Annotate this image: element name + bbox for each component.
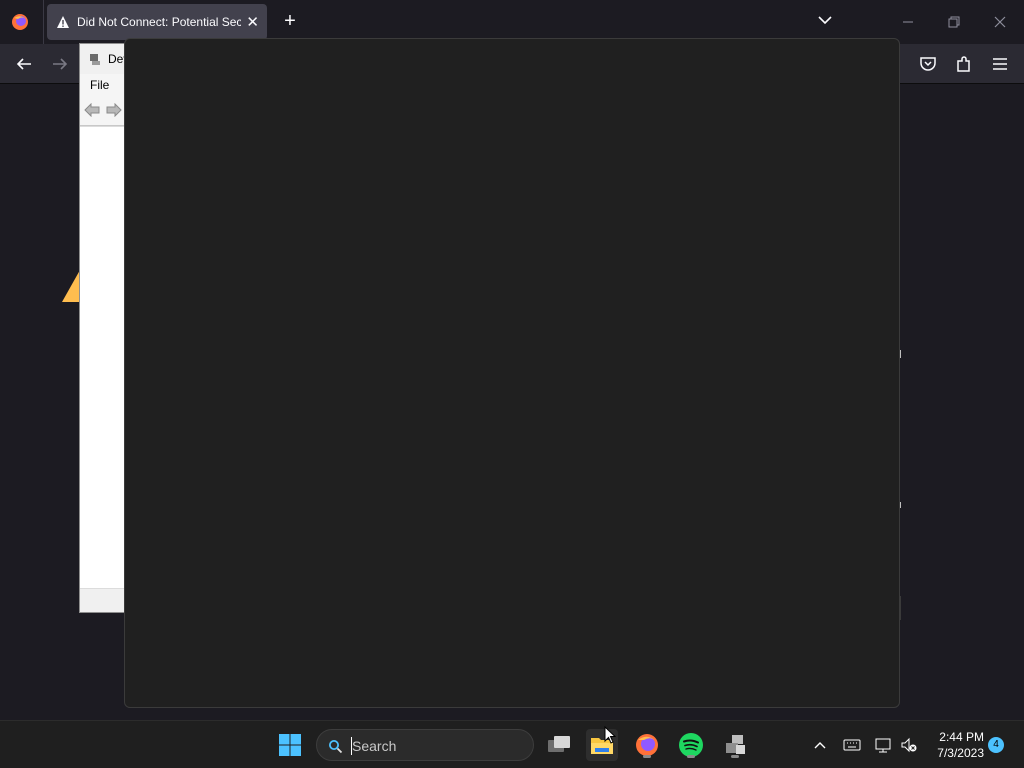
clock-date: 7/3/2023 <box>937 746 984 760</box>
status-bar <box>80 588 124 612</box>
device-manager-taskbar-button[interactable] <box>719 729 751 761</box>
device-manager-menubar: File <box>80 74 124 96</box>
warning-icon <box>57 16 69 28</box>
error-warning-icon <box>62 270 80 302</box>
chevron-up-icon[interactable] <box>810 735 830 755</box>
device-manager-icon <box>90 54 100 65</box>
search-placeholder: Search <box>352 738 397 754</box>
firefox-logo-icon[interactable] <box>10 12 30 32</box>
running-indicator <box>731 755 739 758</box>
spotify-taskbar-button[interactable] <box>675 729 707 761</box>
chevron-down-icon[interactable] <box>817 12 833 28</box>
back-arrow-icon[interactable] <box>14 54 34 74</box>
running-indicator <box>643 755 651 758</box>
minimize-icon[interactable] <box>898 12 918 32</box>
forward-arrow-icon[interactable] <box>50 54 70 74</box>
notification-badge[interactable]: 4 <box>988 737 1004 753</box>
browser-tab-active[interactable]: Did Not Connect: Potential Sec ✕ <box>47 4 267 40</box>
device-tree[interactable] <box>80 126 124 588</box>
close-icon[interactable] <box>990 12 1010 32</box>
task-view-button[interactable] <box>543 729 575 761</box>
tab-title: Did Not Connect: Potential Sec <box>77 15 241 29</box>
blank-app-window[interactable] <box>124 38 900 708</box>
clock-time: 2:44 PM <box>939 730 984 744</box>
firefox-taskbar-button[interactable] <box>631 729 663 761</box>
taskbar: Search 2:44 PM 7/3/2023 4 <box>0 720 1024 768</box>
restore-icon[interactable] <box>944 12 964 32</box>
volume-muted-icon[interactable] <box>899 735 919 755</box>
device-manager-title: Dev <box>108 52 124 66</box>
device-manager-titlebar[interactable]: Dev <box>80 44 124 74</box>
task-view-icon <box>548 736 570 752</box>
device-manager-toolbar <box>80 96 124 126</box>
mouse-cursor-icon <box>604 726 616 744</box>
taskbar-search-box[interactable]: Search <box>316 729 534 761</box>
device-manager-window[interactable]: Dev File <box>79 43 125 613</box>
windows-start-icon[interactable] <box>274 729 306 761</box>
running-indicator <box>687 755 695 758</box>
search-icon <box>329 740 343 754</box>
extensions-icon[interactable] <box>954 54 974 74</box>
new-tab-button[interactable]: + <box>281 10 299 34</box>
keyboard-icon[interactable] <box>842 735 862 755</box>
hamburger-menu-icon[interactable] <box>990 54 1010 74</box>
menu-file[interactable]: File <box>90 78 109 92</box>
taskbar-clock[interactable]: 2:44 PM 7/3/2023 <box>928 729 984 761</box>
forward-arrow-icon[interactable] <box>106 103 122 117</box>
tab-close-icon[interactable]: ✕ <box>246 13 259 31</box>
back-arrow-icon[interactable] <box>84 103 100 117</box>
pocket-icon[interactable] <box>918 54 938 74</box>
network-icon[interactable] <box>873 735 893 755</box>
tab-separator <box>43 0 44 44</box>
